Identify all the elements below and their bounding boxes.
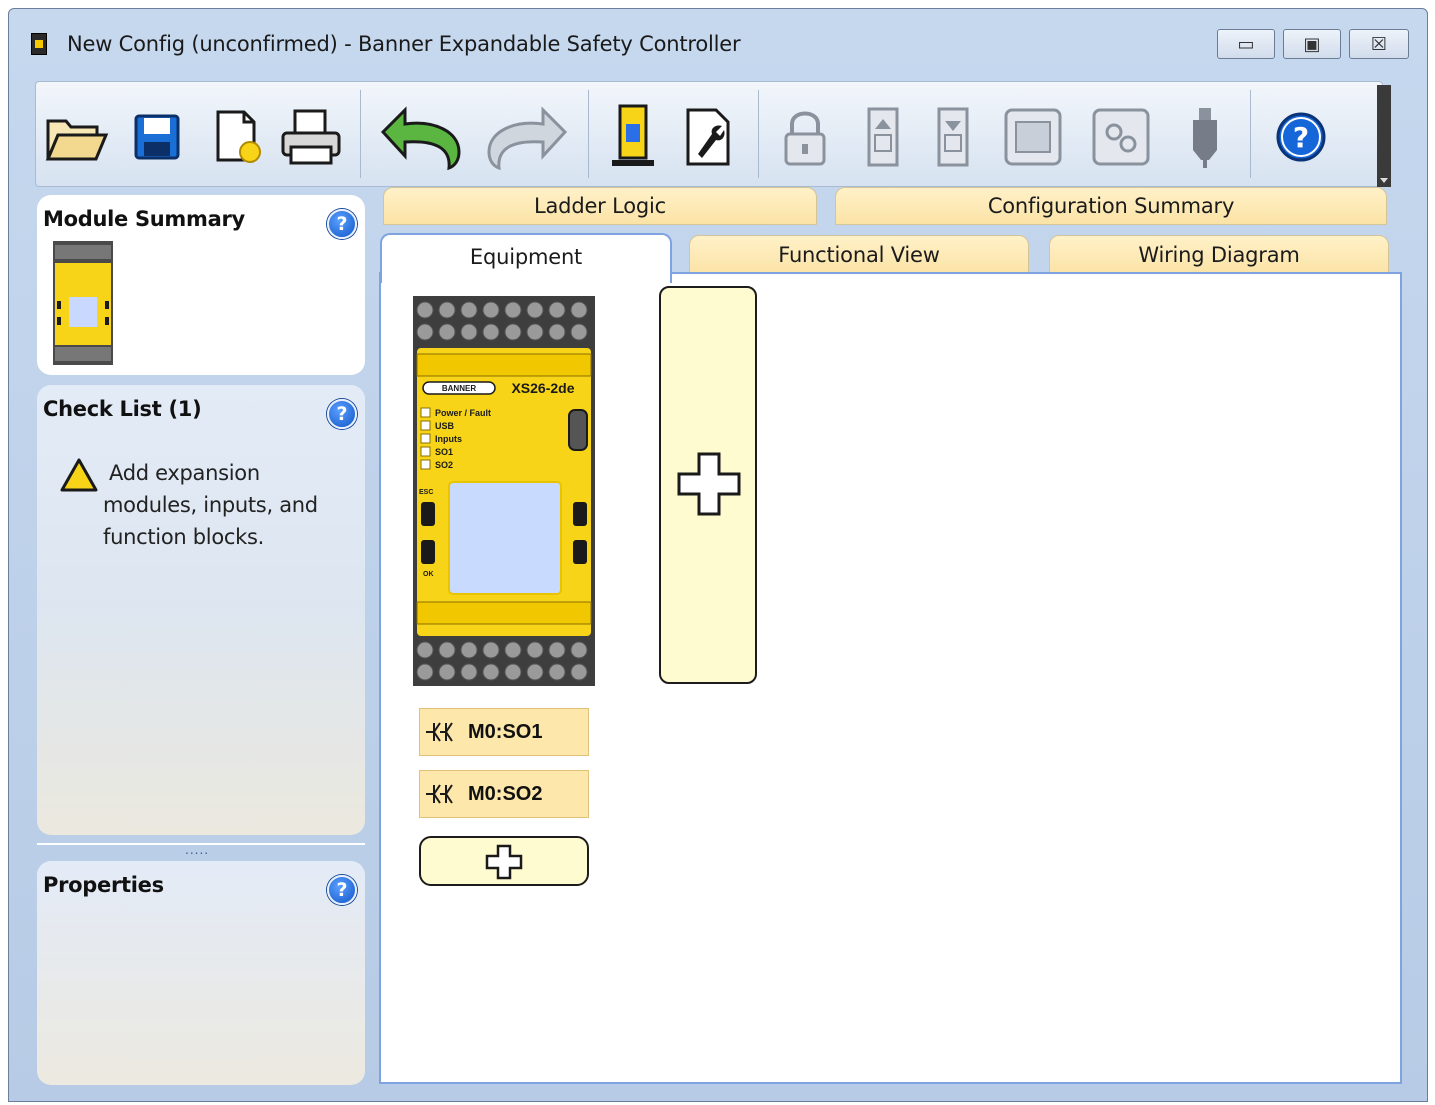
svg-text:?: ? [1293,121,1309,154]
network-icon [1092,108,1150,166]
new-config-icon [216,110,261,163]
output-label: M0:SO1 [468,720,543,743]
controller-button[interactable] [598,102,668,172]
help-icon: ? [1276,112,1326,162]
app-window: New Config (unconfirmed) - Banner Expand… [8,8,1428,1102]
title-bar: New Config (unconfirmed) - Banner Expand… [9,9,1427,77]
controller-icon [612,104,654,166]
splitter-grip: ..... [185,843,210,857]
safety-output-icon [426,722,453,742]
open-folder-icon [45,119,109,161]
tab-functional-view[interactable]: Functional View [689,235,1029,275]
check-list-message-line: function blocks. [103,525,264,549]
settings-document-icon [686,108,730,166]
plus-icon [677,452,741,516]
redo-icon [487,106,568,171]
download-icon [937,107,969,167]
module-thumbnail[interactable] [53,241,113,365]
properties-title: Properties [43,873,164,897]
output-label: M0:SO2 [468,782,543,805]
undo-icon [380,106,461,171]
led-label: SO1 [435,447,453,457]
add-output-button[interactable] [419,836,589,886]
network-button[interactable] [1086,102,1156,172]
usb-icon [1193,108,1217,168]
tab-ladder-logic[interactable]: Ladder Logic [383,187,817,225]
module-summary-panel: Module Summary ? [37,195,365,375]
add-module-slot[interactable] [659,286,757,684]
led-label: USB [435,421,455,431]
app-icon [31,33,47,55]
toolbar-separator [758,90,759,178]
plus-icon [485,844,523,880]
settings-document-button[interactable] [674,102,744,172]
minimize-icon: ▭ [1237,33,1255,55]
undo-button[interactable] [374,102,470,172]
controller-button-label: OK [423,571,434,578]
tab-equipment[interactable]: Equipment [380,233,672,283]
safety-output-icon [426,784,453,804]
equipment-canvas: BANNER XS26-2de Power / Fault USB Inputs… [379,272,1402,1084]
close-icon: ☒ [1370,33,1388,55]
help-icon[interactable]: ? [327,209,357,239]
toolbar: ? [35,81,1383,187]
module-icon [1004,108,1062,166]
toolbar-overflow-button[interactable] [1377,85,1391,187]
led-label: Power / Fault [435,408,491,418]
help-icon[interactable]: ? [327,875,357,905]
toolbar-separator [588,90,589,178]
check-list-title: Check List (1) [43,397,202,421]
check-list-message-line: modules, inputs, and [103,493,318,517]
help-icon[interactable]: ? [327,399,357,429]
panel-splitter[interactable]: ..... [37,843,365,857]
help-button[interactable]: ? [1266,102,1336,172]
download-button[interactable] [918,102,988,172]
output-chip-so2[interactable]: M0:SO2 [419,770,589,818]
usb-button[interactable] [1170,102,1240,172]
tab-wiring-diagram[interactable]: Wiring Diagram [1049,235,1389,275]
controller-model: XS26-2de [511,380,574,396]
close-button[interactable]: ☒ [1349,29,1409,59]
window-title: New Config (unconfirmed) - Banner Expand… [67,32,741,56]
maximize-button[interactable]: ▣ [1283,29,1341,59]
module-button[interactable] [998,102,1068,172]
led-label: Inputs [435,434,462,444]
open-button[interactable] [42,102,112,172]
toolbar-separator [1250,90,1251,178]
output-chip-so1[interactable]: M0:SO1 [419,708,589,756]
lock-icon [784,111,826,166]
controller-button-label: ESC [419,489,433,496]
check-list-panel: Check List (1) ? Add expansion modules, … [37,385,365,835]
safety-controller-module[interactable]: BANNER XS26-2de Power / Fault USB Inputs… [413,296,595,686]
module-summary-title: Module Summary [43,207,245,231]
controller-brand: BANNER [442,384,476,393]
lock-button[interactable] [770,102,840,172]
redo-button[interactable] [478,102,574,172]
tab-configuration-summary[interactable]: Configuration Summary [835,187,1387,225]
toolbar-separator [360,90,361,178]
maximize-icon: ▣ [1303,33,1321,55]
check-list-message[interactable]: Add expansion modules, inputs, and funct… [103,457,349,553]
upload-icon [867,107,899,167]
properties-panel: Properties ? [37,861,365,1085]
led-label: SO2 [435,460,453,470]
save-button[interactable] [122,102,192,172]
check-list-message-line: Add expansion [109,461,260,485]
new-config-button[interactable] [204,102,274,172]
upload-button[interactable] [848,102,918,172]
save-icon [134,114,180,160]
minimize-button[interactable]: ▭ [1217,29,1275,59]
print-icon [281,109,341,165]
warning-icon [60,458,98,492]
print-button[interactable] [276,102,346,172]
